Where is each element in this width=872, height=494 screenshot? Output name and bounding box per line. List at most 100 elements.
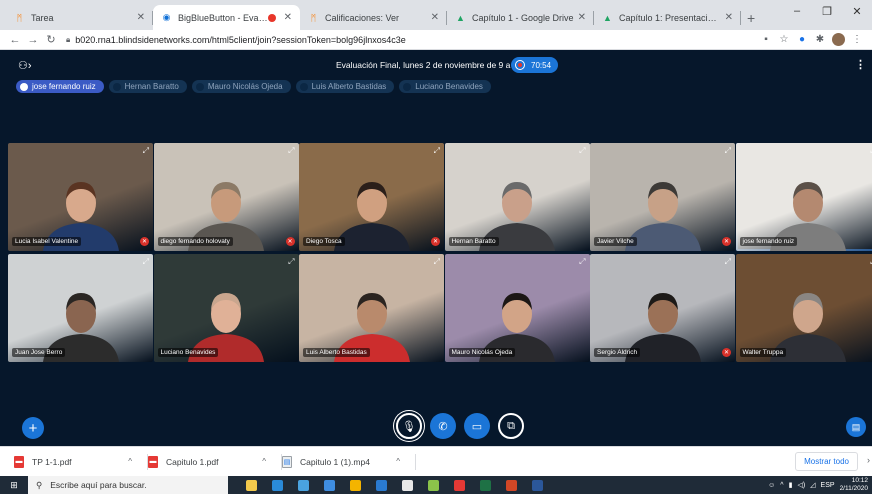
participant-name[interactable]: Javier Vilche <box>594 237 637 246</box>
close-window-button[interactable]: ✕ <box>842 0 872 22</box>
talking-indicator[interactable]: Luis Alberto Bastidas <box>295 80 395 93</box>
talking-indicator[interactable]: Hernan Baratto <box>108 80 187 93</box>
word-icon[interactable] <box>524 476 550 494</box>
show-all-downloads-button[interactable]: Mostrar todo <box>795 452 858 471</box>
close-tab-icon[interactable]: ✕ <box>137 12 145 23</box>
volume-icon[interactable]: ◁) <box>797 481 805 489</box>
video-tile[interactable]: ⤢ Lucia Isabel Valentine ✕ <box>8 143 153 251</box>
participant-name[interactable]: jose fernando ruiz <box>739 237 798 246</box>
video-tile[interactable]: ⤢ Luciano Benavides <box>153 254 299 362</box>
close-tab-icon[interactable]: ✕ <box>725 12 733 23</box>
recording-indicator-button[interactable]: 70:54 <box>511 57 558 73</box>
fullscreen-icon[interactable]: ⤢ <box>143 146 149 156</box>
mail-icon[interactable] <box>394 476 420 494</box>
powerpoint-icon[interactable] <box>498 476 524 494</box>
talking-indicator[interactable]: Luciano Benavides <box>399 80 491 93</box>
battery-icon[interactable]: ▮ <box>789 481 793 489</box>
download-item[interactable]: ▤ Capitulo 1 (1).mp4 ^ <box>282 451 416 473</box>
participant-name[interactable]: Mauro Nicolás Ojeda <box>448 348 516 357</box>
video-tile[interactable]: ⤢ Mauro Nicolás Ojeda <box>444 254 590 362</box>
people-icon[interactable]: ☺ <box>768 482 775 489</box>
restore-button[interactable]: ❐ <box>812 0 842 22</box>
video-tile[interactable]: ⤢ Diego Tosca ✕ <box>299 143 444 251</box>
leave-audio-button[interactable]: ✆ <box>430 413 456 439</box>
actions-plus-button[interactable]: + <box>22 417 44 439</box>
show-hidden-icons-icon[interactable]: ^ <box>780 482 783 489</box>
talking-indicator[interactable]: Mauro Nicolás Ojeda <box>191 80 291 93</box>
participant-name[interactable]: Diego Tosca <box>303 237 345 246</box>
video-tile[interactable]: ⤢ Javier Vilche ✕ <box>590 143 735 251</box>
video-tile[interactable]: ⤢ diego fernando holovaty ✕ <box>153 143 299 251</box>
browser-tab[interactable]: ᛗ Tarea ✕ <box>6 5 153 30</box>
participant-name[interactable]: Sergio Aldrich <box>594 348 641 357</box>
url-field[interactable]: 🔒︎ b020.rna1.blindsidenetworks.com/html5… <box>66 32 751 48</box>
extensions-puzzle-icon[interactable]: ✱ <box>811 34 829 45</box>
file-explorer-icon[interactable] <box>238 476 264 494</box>
fullscreen-icon[interactable]: ⤢ <box>579 257 585 267</box>
taskbar-clock[interactable]: 10:12 2/11/2020 <box>840 477 868 493</box>
video-tile[interactable]: ⤢ Hernan Baratto <box>444 143 590 251</box>
participant-name[interactable]: Walter Truppa <box>739 348 787 357</box>
extension-icon[interactable]: ● <box>793 34 811 45</box>
users-list-toggle-icon[interactable]: ⚇› <box>18 59 32 72</box>
reload-icon[interactable]: ↻ <box>42 33 60 46</box>
taskbar-search-field[interactable]: ⚲ Escribe aquí para buscar. <box>28 476 228 494</box>
chrome-menu-icon[interactable]: ⋮ <box>848 34 866 45</box>
fullscreen-icon[interactable]: ⤢ <box>725 257 731 267</box>
talking-indicator[interactable]: jose fernando ruiz <box>16 80 104 93</box>
browser-tab[interactable]: ◉ BigBlueButton - Evaluación F ✕ <box>153 5 300 30</box>
video-tile[interactable]: ⤢ Juan Jose Berro <box>8 254 153 362</box>
participant-name[interactable]: diego fernando holovaty <box>157 237 233 246</box>
video-tile[interactable]: ⤢ Sergio Aldrich ✕ <box>590 254 735 362</box>
download-item[interactable]: ▬ TP 1-1.pdf ^ <box>14 451 148 473</box>
fullscreen-icon[interactable]: ⤢ <box>725 146 731 156</box>
fullscreen-icon[interactable]: ⤢ <box>288 257 294 267</box>
participant-name[interactable]: Luciano Benavides <box>157 348 219 357</box>
pen-icon[interactable] <box>420 476 446 494</box>
new-tab-button[interactable]: + <box>741 5 761 30</box>
bookmark-star-icon[interactable]: ☆ <box>775 34 793 45</box>
share-webcam-button[interactable]: ▭ <box>464 413 490 439</box>
options-menu-icon[interactable]: ⋮ <box>855 58 866 71</box>
windows-start-icon[interactable]: ⊞ <box>0 476 28 494</box>
download-item[interactable]: ▬ Capitulo 1.pdf ^ <box>148 451 282 473</box>
back-arrow-icon[interactable]: ← <box>6 34 24 46</box>
browser-tab[interactable]: ᛗ Calificaciones: Ver ✕ <box>300 5 447 30</box>
close-shelf-icon[interactable]: › <box>867 455 870 465</box>
browser-tab[interactable]: ▲ Capítulo 1: Presentación de la N ✕ <box>594 5 741 30</box>
camera-indicator-icon[interactable]: ▪ <box>757 34 775 45</box>
chevron-up-icon[interactable]: ^ <box>396 457 400 466</box>
profile-avatar[interactable] <box>832 33 845 46</box>
chrome-icon[interactable] <box>342 476 368 494</box>
video-tile[interactable]: ⤢jose fernando ruiz <box>735 143 872 251</box>
browser-tab[interactable]: ▲ Capítulo 1 - Google Drive ✕ <box>447 5 594 30</box>
excel-icon[interactable] <box>472 476 498 494</box>
network-icon[interactable]: ◿ <box>810 481 815 489</box>
dropbox-icon[interactable] <box>316 476 342 494</box>
close-tab-icon[interactable]: ✕ <box>431 12 439 23</box>
share-screen-button[interactable]: ⧉ <box>498 413 524 439</box>
fullscreen-icon[interactable]: ⤢ <box>288 146 294 156</box>
forward-arrow-icon[interactable]: → <box>24 34 42 46</box>
close-tab-icon[interactable]: ✕ <box>284 12 292 23</box>
language-indicator[interactable]: ESP <box>821 482 835 489</box>
fullscreen-icon[interactable]: ⤢ <box>434 146 440 156</box>
participant-name[interactable]: Luis Alberto Bastidas <box>303 348 370 357</box>
shield-icon[interactable] <box>446 476 472 494</box>
video-tile[interactable]: ⤢Walter Truppa <box>735 254 872 362</box>
unmute-microphone-button[interactable]: 🎙︎ <box>396 413 422 439</box>
chevron-up-icon[interactable]: ^ <box>128 457 132 466</box>
close-tab-icon[interactable]: ✕ <box>578 12 586 23</box>
fullscreen-icon[interactable]: ⤢ <box>143 257 149 267</box>
chevron-up-icon[interactable]: ^ <box>262 457 266 466</box>
open-chat-button[interactable]: ▤ <box>846 417 866 437</box>
edge-icon[interactable] <box>264 476 290 494</box>
paint-icon[interactable] <box>290 476 316 494</box>
participant-name[interactable]: Juan Jose Berro <box>12 348 66 357</box>
store-icon[interactable] <box>368 476 394 494</box>
participant-name[interactable]: Lucia Isabel Valentine <box>12 237 82 246</box>
fullscreen-icon[interactable]: ⤢ <box>434 257 440 267</box>
video-tile[interactable]: ⤢ Luis Alberto Bastidas <box>299 254 444 362</box>
participant-name[interactable]: Hernan Baratto <box>448 237 499 246</box>
fullscreen-icon[interactable]: ⤢ <box>579 146 585 156</box>
